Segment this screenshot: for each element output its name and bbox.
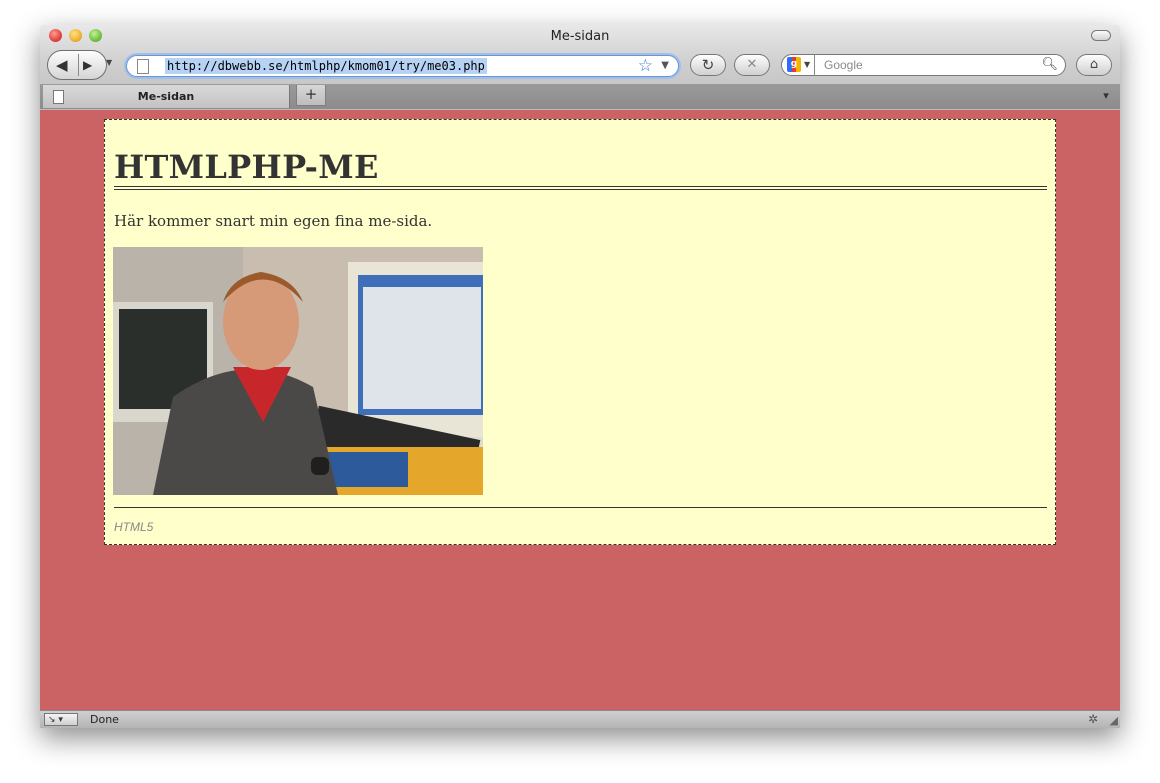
home-icon: ⌂ (1089, 57, 1099, 72)
tab-list-icon: ▾ (1103, 89, 1109, 102)
tab-strip: Me-sidan + ▾ (40, 84, 1120, 109)
status-bar: ↘ ▾ Done ✲ ◢ (40, 710, 1120, 728)
tab-me-sidan[interactable]: Me-sidan (43, 85, 290, 108)
activity-icon[interactable]: ✲ (1088, 712, 1098, 726)
footer-divider (114, 507, 1047, 508)
stop-icon: ✕ (746, 57, 758, 72)
inspector-icon[interactable]: ↘ ▾ (44, 713, 78, 726)
stop-button[interactable]: ✕ (734, 54, 770, 76)
status-text: Done (90, 713, 119, 726)
intro-paragraph: Här kommer snart min egen fina me-sida. (114, 212, 433, 230)
back-forward-control: ◀ ▶ (47, 50, 107, 80)
browser-toolbar: Me-sidan ◀ ▶ ▼ http://dbwebb.se/htmlphp/… (40, 25, 1120, 111)
history-dropdown-icon[interactable]: ▼ (106, 58, 112, 67)
browser-window: Me-sidan ◀ ▶ ▼ http://dbwebb.se/htmlphp/… (40, 25, 1120, 728)
plus-icon: + (304, 85, 318, 103)
forward-arrow-icon[interactable]: ▶ (83, 54, 92, 76)
resize-grip-icon[interactable]: ◢ (1110, 714, 1118, 727)
page-icon (137, 59, 149, 74)
address-bar[interactable]: http://dbwebb.se/htmlphp/kmom01/try/me03… (126, 55, 679, 77)
divider (78, 54, 79, 76)
reload-icon: ↻ (701, 56, 715, 74)
back-arrow-icon[interactable]: ◀ (56, 54, 68, 76)
divider (814, 54, 815, 76)
page-title: HTMLPHP-ME (114, 148, 379, 186)
heading-underline (114, 186, 1047, 187)
page-viewport: HTMLPHP-ME Här kommer snart min egen fin… (40, 110, 1120, 710)
portrait-illustration (113, 247, 483, 495)
url-input[interactable]: http://dbwebb.se/htmlphp/kmom01/try/me03… (165, 58, 487, 74)
heading-underline (114, 189, 1047, 190)
address-dropdown-icon[interactable]: ▼ (661, 56, 669, 76)
bookmark-star-icon[interactable]: ☆ (638, 56, 653, 76)
window-title: Me-sidan (550, 29, 610, 44)
search-engine-dropdown-icon[interactable]: ▼ (804, 57, 810, 72)
reload-button[interactable]: ↻ (690, 54, 726, 76)
tab-overview-button[interactable]: ▾ (1095, 87, 1117, 105)
search-input[interactable]: Google (824, 57, 863, 73)
search-bar[interactable]: g ▼ Google 🔍︎ (781, 54, 1066, 76)
page-content-box: HTMLPHP-ME Här kommer snart min egen fin… (104, 119, 1056, 545)
footer-text: HTML5 (114, 520, 154, 534)
toolbar-toggle-button[interactable] (1091, 30, 1111, 41)
new-tab-button[interactable]: + (296, 85, 326, 106)
search-icon[interactable]: 🔍︎ (1041, 56, 1058, 73)
home-button[interactable]: ⌂ (1076, 54, 1112, 76)
google-search-engine-icon[interactable]: g (787, 57, 801, 72)
tab-label: Me-sidan (137, 90, 195, 103)
portrait-image (113, 247, 483, 495)
